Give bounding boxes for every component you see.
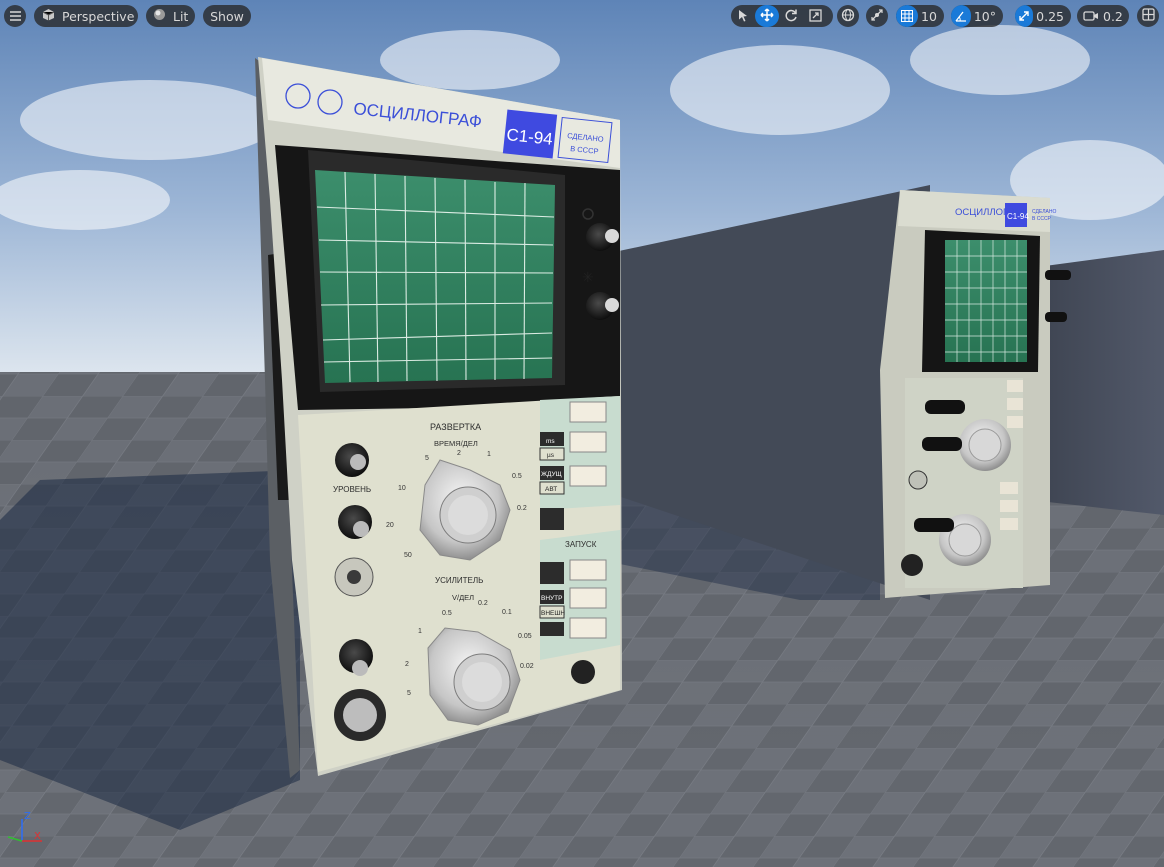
rotation-snap-toggle[interactable] — [951, 5, 971, 27]
time-scale-mark: 20 — [386, 522, 394, 529]
volt-scale-mark: 0.2 — [478, 600, 488, 607]
rotation-snap-group: 10° — [951, 5, 1003, 27]
volt-scale-mark: 0.02 — [520, 663, 534, 670]
translate-tool-button[interactable] — [755, 5, 779, 27]
grid-snap-value[interactable]: 10 — [918, 9, 944, 24]
int-label1: ВНУТР — [541, 595, 562, 602]
surface-snap-toggle[interactable] — [866, 5, 888, 27]
rotate-icon — [784, 7, 798, 26]
angle-icon — [955, 7, 967, 26]
sweep-label: РАЗВЕРТКА — [430, 422, 481, 432]
back-device-origin1: СДЕЛАНО — [1032, 209, 1056, 215]
volt-scale-mark: 5 — [407, 690, 411, 697]
show-button[interactable]: Show — [203, 5, 251, 27]
level-label: УРОВЕНЬ — [333, 485, 371, 494]
grid-snap-toggle[interactable] — [896, 5, 918, 27]
us-label: µs — [547, 452, 555, 459]
time-scale-mark: 2 — [457, 450, 461, 457]
axis-gizmo: Z X — [4, 807, 44, 847]
select-tool-button[interactable] — [731, 5, 755, 27]
time-scale-mark: 0.5 — [512, 473, 522, 480]
transform-tools — [731, 5, 833, 27]
camera-icon — [1083, 10, 1099, 22]
lighting-mode-button[interactable]: Lit — [146, 5, 195, 27]
layout-icon — [1141, 8, 1155, 24]
volt-scale-mark: 0.1 — [502, 609, 512, 616]
back-device-model: С1-94 — [1007, 212, 1029, 221]
svg-text:✳: ✳ — [582, 270, 594, 286]
auto-label2: АВТ — [545, 486, 557, 493]
time-scale-mark: 1 — [487, 451, 491, 458]
back-oscilloscope: ОСЦИЛЛОГРАФ С1-94 СДЕЛАНО В СССР — [880, 190, 1071, 598]
volt-scale-mark: 0.05 — [518, 633, 532, 640]
right-wall — [1030, 250, 1164, 515]
view-mode-label: Perspective — [62, 8, 135, 24]
viewport-scene[interactable]: ОСЦИЛЛОГРАФ С1-94 СДЕЛАНО В СССР ОСЦИЛЛО… — [0, 0, 1164, 867]
grid-snap-group: 10 — [896, 5, 944, 27]
time-div-label: ВРЕМЯ/ДЕЛ — [434, 439, 478, 448]
trigger-label: ЗАПУСК — [565, 540, 597, 549]
surface-snap-icon — [870, 8, 884, 25]
hamburger-icon — [9, 9, 21, 24]
camera-speed-value: 0.2 — [1103, 8, 1123, 24]
rotate-tool-button[interactable] — [779, 5, 803, 27]
cursor-icon — [737, 7, 749, 26]
scale-icon — [808, 7, 822, 26]
view-mode-button[interactable]: Perspective — [34, 5, 138, 27]
viewport-menu-button[interactable] — [4, 5, 26, 27]
move-arrows-icon — [760, 7, 774, 26]
time-scale-mark: 50 — [404, 552, 412, 559]
rotation-snap-value[interactable]: 10° — [971, 9, 1003, 24]
ms-label: ms — [546, 438, 555, 445]
volt-scale-mark: 0.5 — [442, 610, 452, 617]
world-local-toggle[interactable] — [837, 5, 859, 27]
amplifier-label: УСИЛИТЕЛЬ — [435, 576, 483, 585]
scale-snap-toggle[interactable] — [1015, 5, 1034, 27]
time-scale-mark: 0.2 — [517, 505, 527, 512]
volt-scale-mark: 1 — [418, 628, 422, 635]
front-oscilloscope: ОСЦИЛЛОГРАФ С1-94 СДЕЛАНО В СССР ✳ РАЗВЕ… — [255, 57, 622, 778]
time-scale-mark: 10 — [398, 485, 406, 492]
viewport[interactable]: ОСЦИЛЛОГРАФ С1-94 СДЕЛАНО В СССР ОСЦИЛЛО… — [0, 0, 1164, 867]
viewport-layout-button[interactable] — [1137, 5, 1159, 27]
scale-snap-value[interactable]: 0.25 — [1033, 9, 1071, 24]
camera-speed-button[interactable]: 0.2 — [1077, 5, 1129, 27]
scale-tool-button[interactable] — [803, 5, 827, 27]
lighting-mode-label: Lit — [173, 8, 189, 24]
volt-div-label: V/ДЕЛ — [452, 593, 474, 602]
grid-icon — [901, 7, 913, 26]
auto-label1: ЖДУЩ — [541, 471, 562, 478]
axis-z-label: Z — [24, 811, 31, 822]
scale-snap-group: 0.25 — [1015, 5, 1071, 27]
time-scale-mark: 5 — [425, 455, 429, 462]
show-label: Show — [210, 8, 244, 24]
volt-scale-mark: 2 — [405, 661, 409, 668]
lit-sphere-icon — [153, 8, 167, 24]
perspective-cube-icon — [42, 8, 57, 24]
scale-snap-icon — [1018, 7, 1030, 26]
front-device-shadow — [0, 470, 300, 830]
back-device-origin2: В СССР — [1032, 216, 1052, 222]
int-label2: ВНЕШН — [541, 610, 565, 617]
globe-icon — [841, 8, 855, 25]
axis-x-label: X — [34, 831, 41, 842]
